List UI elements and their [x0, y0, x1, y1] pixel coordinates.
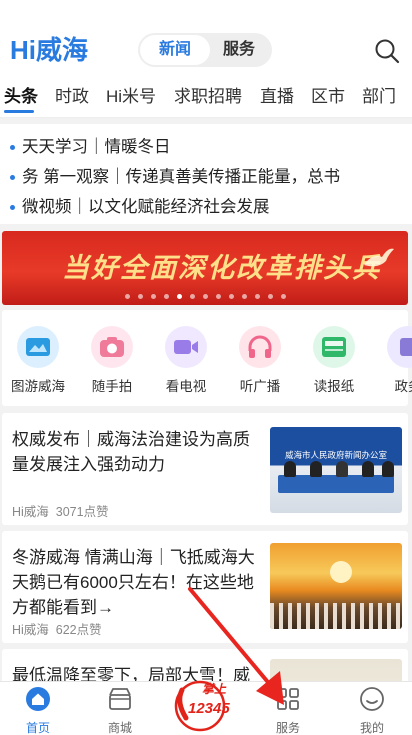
- news-source: Hi威海: [12, 623, 49, 637]
- bullet-dot: [10, 205, 15, 211]
- headline-item[interactable]: 务 第一观察｜传递真善美传播正能量，总书: [10, 163, 340, 187]
- channel-tabs: 头条 时政 Hi米号 求职招聘 直播 区市 部门: [0, 76, 412, 118]
- news-card[interactable]: 权威发布｜威海法治建设为高质量发展注入强劲动力 Hi威海 3071点赞 威海市人…: [2, 413, 408, 525]
- nav-home[interactable]: 首页: [8, 686, 68, 735]
- carousel-dot[interactable]: [241, 294, 247, 299]
- news-meta: Hi威海 622点赞: [12, 619, 102, 638]
- headline-item[interactable]: 微视频｜以文化赋能经济社会发展: [10, 193, 270, 217]
- person-shape: [382, 461, 394, 477]
- news-meta: Hi威海 3071点赞: [12, 501, 109, 520]
- hotline-12345-button[interactable]: 掌上 12345: [172, 672, 238, 732]
- carousel-dot[interactable]: [163, 294, 169, 299]
- person-shape: [310, 461, 322, 477]
- tab-departments[interactable]: 部门: [362, 82, 396, 107]
- user-icon: [360, 687, 384, 711]
- nav-service[interactable]: 服务: [258, 686, 318, 735]
- quick-link-snapshot[interactable]: 随手拍: [76, 326, 148, 395]
- news-likes: 622点赞: [55, 623, 102, 637]
- nav-mine[interactable]: 我的: [342, 686, 402, 735]
- shop-icon: [109, 688, 131, 710]
- search-icon[interactable]: [374, 38, 400, 64]
- video-icon: [165, 326, 207, 368]
- image-caption: 威海市人民政府新闻办公室: [284, 450, 387, 460]
- home-icon: [26, 687, 50, 711]
- news-source: Hi威海: [12, 505, 49, 519]
- carousel-dot[interactable]: [202, 294, 208, 299]
- carousel-dot[interactable]: [189, 294, 195, 299]
- carousel-dot[interactable]: [228, 294, 234, 299]
- app-header: Hi威海 新闻 服务: [0, 0, 412, 76]
- quick-link-gov[interactable]: 政务: [372, 326, 412, 395]
- tab-himi[interactable]: Hi米号: [106, 82, 156, 107]
- bullet-dot: [10, 175, 15, 181]
- carousel-dot[interactable]: [215, 294, 221, 299]
- press-conference-image: 威海市人民政府新闻办公室: [270, 427, 402, 513]
- hotline-top-label: 掌上: [202, 682, 227, 696]
- quick-link-radio[interactable]: 听广播: [224, 326, 296, 395]
- person-shape: [284, 461, 296, 477]
- news-title: 权威发布｜威海法治建设为高质量发展注入强劲动力: [12, 430, 250, 474]
- carousel-dot[interactable]: [254, 294, 260, 299]
- person-shape: [336, 461, 348, 477]
- sun-shape: [330, 561, 352, 583]
- swans-shape: [270, 603, 402, 629]
- news-likes: 3071点赞: [55, 505, 109, 519]
- swans-sunset-image: [270, 543, 402, 629]
- bullet-dot: [10, 145, 15, 151]
- carousel-dot[interactable]: [124, 294, 130, 299]
- tab-live[interactable]: 直播: [260, 82, 294, 107]
- quick-link-tv[interactable]: 看电视: [150, 326, 222, 395]
- tab-districts[interactable]: 区市: [311, 82, 345, 107]
- news-card[interactable]: 冬游威海 情满山海｜飞抵威海大天鹅已有6000只左右！在这些地方都能看到→ Hi…: [2, 531, 408, 643]
- segment-news-tab[interactable]: 新闻: [140, 35, 210, 65]
- quick-links: 图游威海 随手拍 看电视 听广播 读报纸 政务: [2, 310, 412, 406]
- headline-list: 天天学习｜情暖冬日 务 第一观察｜传递真善美传播正能量，总书 微视频｜以文化赋能…: [0, 124, 412, 224]
- tab-headlines[interactable]: 头条: [4, 82, 38, 107]
- headphones-icon: [239, 326, 281, 368]
- bottom-navigation: 首页 商城 掌上 12345 服务 我的: [0, 680, 412, 735]
- banner-title: 当好全面深化改革排头兵: [62, 253, 381, 284]
- quick-link-newspaper[interactable]: 读报纸: [298, 326, 370, 395]
- carousel-dot[interactable]: [137, 294, 143, 299]
- segment-service-tab[interactable]: 服务: [204, 33, 274, 67]
- active-tab-indicator: [4, 110, 34, 113]
- person-shape: [362, 461, 374, 477]
- headline-item[interactable]: 天天学习｜情暖冬日: [10, 133, 171, 157]
- nav-shop[interactable]: 商城: [90, 686, 150, 735]
- carousel-dots: [2, 294, 408, 299]
- grid-icon: [277, 688, 299, 710]
- tab-politics[interactable]: 时政: [55, 82, 89, 107]
- hotline-number: 12345: [188, 700, 230, 717]
- promo-banner[interactable]: 当好全面深化改革排头兵: [2, 231, 408, 305]
- map-icon: [17, 326, 59, 368]
- quick-link-map[interactable]: 图游威海: [2, 326, 74, 395]
- news-title: 冬游威海 情满山海｜飞抵威海大天鹅已有6000只左右！在这些地方都能看到→: [12, 548, 255, 617]
- carousel-dot[interactable]: [176, 294, 182, 299]
- carousel-dot[interactable]: [280, 294, 286, 299]
- camera-icon: [91, 326, 133, 368]
- carousel-dot[interactable]: [267, 294, 273, 299]
- dove-icon: [364, 248, 394, 267]
- app-logo: Hi威海: [10, 35, 89, 65]
- tab-jobs[interactable]: 求职招聘: [174, 82, 242, 107]
- table-shape: [278, 475, 394, 493]
- carousel-dot[interactable]: [150, 294, 156, 299]
- segment-switch: 新闻 服务: [138, 33, 272, 67]
- gov-icon: [387, 326, 412, 368]
- newspaper-icon: [313, 326, 355, 368]
